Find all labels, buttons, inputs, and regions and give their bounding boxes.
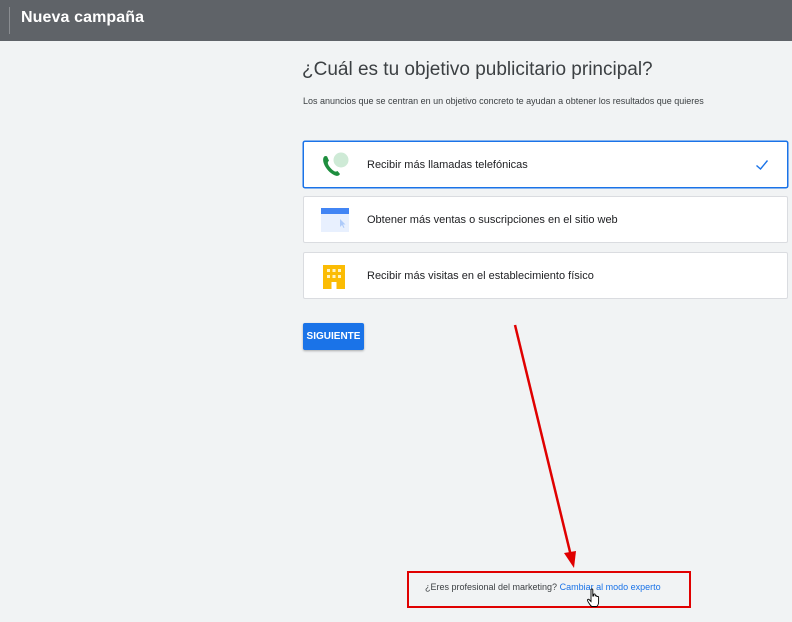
page-title: Nueva campaña (21, 9, 145, 26)
phone-call-icon (323, 152, 349, 176)
next-button[interactable]: SIGUIENTE (303, 323, 364, 350)
option-website-sales[interactable]: Obtener más ventas o suscripciones en el… (303, 196, 788, 243)
option-phone-calls[interactable]: Recibir más llamadas telefónicas (303, 141, 788, 188)
header-divider (9, 7, 10, 34)
option-label: Recibir más visitas en el establecimient… (367, 270, 594, 282)
option-label: Obtener más ventas o suscripciones en el… (367, 214, 618, 226)
hand-cursor-icon (587, 588, 600, 607)
website-icon (321, 208, 349, 232)
top-bar: Nueva campaña (0, 0, 792, 41)
switch-to-expert-mode-link[interactable]: Cambiar al modo experto (560, 582, 661, 592)
option-store-visits[interactable]: Recibir más visitas en el establecimient… (303, 252, 788, 299)
objective-subheading: Los anuncios que se centran en un objeti… (303, 96, 704, 106)
expert-mode-prompt: ¿Eres profesional del marketing? Cambiar… (425, 582, 661, 592)
option-label: Recibir más llamadas telefónicas (367, 159, 528, 171)
store-building-icon (323, 265, 345, 289)
checkmark-icon (756, 160, 769, 171)
annotation-arrow (513, 324, 576, 568)
marketing-question: ¿Eres profesional del marketing? (425, 582, 558, 592)
objective-heading: ¿Cuál es tu objetivo publicitario princi… (302, 59, 653, 80)
